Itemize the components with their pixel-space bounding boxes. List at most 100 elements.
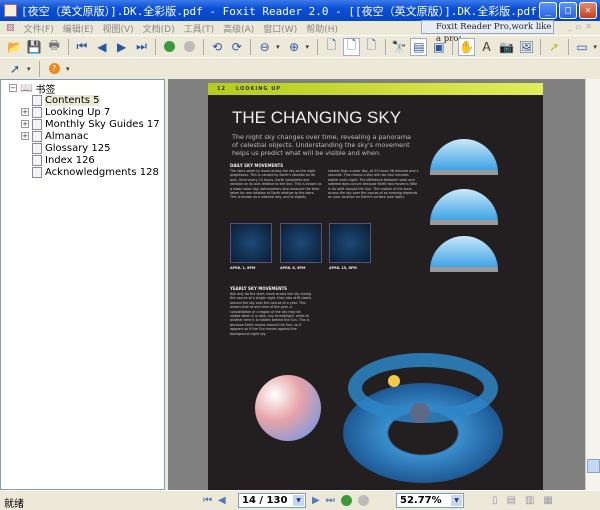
zoom-field[interactable]: 52.77% ▼ xyxy=(396,493,464,508)
bookmark-item[interactable]: Index 126 xyxy=(21,154,164,166)
thumbnail-icon[interactable]: ▣ xyxy=(430,38,447,56)
bookmark-item[interactable]: Glossary 125 xyxy=(21,142,164,154)
title-bar: [夜空（英文原版）].DK.全彩版.pdf - Foxit Reader 2.0… xyxy=(0,0,600,21)
bookmark-root[interactable]: − 📖 书签 xyxy=(9,82,164,96)
toolbar-main: 📂 💾 🖶 ⏮ ◀ ▶ ⏭ ⟲ ⟳ ⊖ ▾ ⊕ ▾ 🗋 🗋 🗋 🔭 ▤ ▣ ✋ Ａ … xyxy=(0,35,600,57)
zoom-in-icon[interactable]: ⊕ xyxy=(286,38,303,56)
back-icon[interactable] xyxy=(161,38,178,56)
page-icon xyxy=(32,154,42,166)
prev-page-icon[interactable]: ◀ xyxy=(218,495,226,506)
chevron-down-icon[interactable]: ▼ xyxy=(451,495,462,506)
chevron-down-icon[interactable]: ▾ xyxy=(276,43,283,51)
minimize-button[interactable]: _ xyxy=(539,2,557,19)
prev-page-icon[interactable]: ◀ xyxy=(93,38,110,56)
menu-tools[interactable]: 工具(T) xyxy=(184,22,215,35)
save-icon[interactable]: 💾 xyxy=(26,38,43,56)
back-icon[interactable] xyxy=(340,495,352,506)
mdi-controls[interactable]: _▫✕ xyxy=(568,22,596,31)
menu-file[interactable]: 文件(F) xyxy=(24,22,54,35)
forward-icon[interactable] xyxy=(357,495,369,506)
image-icon[interactable]: 🖼 xyxy=(518,38,535,56)
bookmark-label: Index 126 xyxy=(45,154,95,166)
bookmark-label: Glossary 125 xyxy=(45,142,111,154)
sky-image-1 xyxy=(230,223,272,263)
print-icon[interactable]: 🖶 xyxy=(46,38,63,56)
hand-tool-icon[interactable]: ✋ xyxy=(458,37,476,56)
menu-edit[interactable]: 编辑(E) xyxy=(63,22,94,35)
daily-text-col1: The stars seem to move across the sky as… xyxy=(230,169,322,200)
bookmark-label: Monthly Sky Guides 17 xyxy=(45,118,160,130)
app-icon xyxy=(4,4,17,17)
fit-page-icon[interactable]: 🗋 xyxy=(342,37,360,56)
daily-text-col2: shorter than a solar day, at 23 hours 56… xyxy=(328,169,419,200)
book-icon: 📖 xyxy=(20,82,33,94)
find-icon[interactable]: 🔭 xyxy=(391,38,408,56)
status-bar: 就绪 ⏮ ◀ 14 / 130 ▼ ▶ ⏭ 52.77% ▼ ▯ ▤ ▥ ▦ xyxy=(0,490,600,510)
page-number-field[interactable]: 14 / 130 ▼ xyxy=(238,493,306,508)
continuous-facing-icon[interactable]: ▦ xyxy=(543,495,552,506)
chevron-down-icon[interactable]: ▼ xyxy=(293,495,304,506)
daily-heading: DAILY SKY MOVEMENTS xyxy=(230,163,284,168)
bookmark-label: Contents 5 xyxy=(45,94,100,106)
dome-diagram xyxy=(430,139,498,175)
zoom-out-icon[interactable]: ⊖ xyxy=(256,38,273,56)
bookmark-item[interactable]: + Almanac xyxy=(21,130,164,142)
help-icon[interactable]: ? xyxy=(45,60,63,78)
caption: APRIL 8, 8PM xyxy=(280,266,306,270)
page-subtitle: The night sky changes over time, reveali… xyxy=(232,133,411,157)
page-icon xyxy=(32,94,42,106)
open-icon[interactable]: 📂 xyxy=(6,38,23,56)
page-icon xyxy=(32,106,42,118)
first-page-icon[interactable]: ⏮ xyxy=(74,38,91,56)
rotate-left-icon[interactable]: ⟲ xyxy=(209,38,226,56)
bookmark-item[interactable]: + Looking Up 7 xyxy=(21,106,164,118)
bookmark-item[interactable]: Acknowledgments 128 xyxy=(21,166,164,178)
select-arrow-icon[interactable]: ➚ xyxy=(546,38,563,56)
next-page-icon[interactable]: ▶ xyxy=(113,38,130,56)
forward-icon[interactable] xyxy=(181,38,198,56)
promo-banner[interactable]: Foxit Reader Pro,work like a pro! xyxy=(421,20,554,44)
bookmark-label: Looking Up 7 xyxy=(45,106,111,118)
single-page-icon[interactable]: ▯ xyxy=(492,495,498,506)
chevron-down-icon[interactable]: ▾ xyxy=(66,65,73,73)
collapse-icon[interactable]: − xyxy=(9,84,17,92)
fit-width-icon[interactable]: 🗋 xyxy=(363,38,380,56)
sun-diagram xyxy=(388,375,400,387)
chevron-down-icon[interactable]: ▾ xyxy=(27,65,34,73)
snapshot-icon[interactable]: 📷 xyxy=(498,38,515,56)
scroll-thumb[interactable] xyxy=(587,459,600,473)
bookmark-item[interactable]: + Monthly Sky Guides 17 xyxy=(21,118,164,130)
dome-diagram xyxy=(430,236,498,272)
document-view[interactable]: 12 LOOKING UP THE CHANGING SKY The night … xyxy=(168,79,585,490)
menu-window[interactable]: 窗口(W) xyxy=(263,22,297,35)
close-button[interactable]: ✕ xyxy=(579,2,597,19)
bookmarks-panel-icon[interactable]: ▤ xyxy=(410,37,428,56)
first-page-icon[interactable]: ⏮ xyxy=(203,495,212,506)
window-title: [夜空（英文原版）].DK.全彩版.pdf - Foxit Reader 2.0… xyxy=(21,4,544,18)
vertical-scrollbar[interactable] xyxy=(585,79,600,490)
rotate-right-icon[interactable]: ⟳ xyxy=(228,38,245,56)
annotation-icon[interactable]: ▭ xyxy=(574,38,591,56)
menu-document[interactable]: 文档(D) xyxy=(143,22,175,35)
expand-icon[interactable]: + xyxy=(21,132,29,140)
toolbar-secondary: ➚ ▾ ? ▾ xyxy=(0,57,600,79)
menu-view[interactable]: 视图(V) xyxy=(102,22,133,35)
facing-icon[interactable]: ▥ xyxy=(525,495,534,506)
last-page-icon[interactable]: ⏭ xyxy=(133,38,150,56)
chevron-down-icon[interactable]: ▾ xyxy=(593,43,600,51)
maximize-button[interactable]: □ xyxy=(559,2,577,19)
last-page-icon[interactable]: ⏭ xyxy=(326,495,335,506)
continuous-icon[interactable]: ▤ xyxy=(507,495,516,506)
expand-icon[interactable]: + xyxy=(21,108,29,116)
menu-advanced[interactable]: 高级(A) xyxy=(223,22,254,35)
arrow-tool-icon[interactable]: ➚ xyxy=(6,60,24,78)
sky-image-2 xyxy=(280,223,322,263)
expand-icon[interactable]: + xyxy=(21,120,29,128)
actual-size-icon[interactable]: 🗋 xyxy=(323,38,340,56)
bookmark-item[interactable]: Contents 5 xyxy=(21,94,164,106)
caption: APRIL 1, 8PM xyxy=(230,266,256,270)
chevron-down-icon[interactable]: ▾ xyxy=(305,43,312,51)
menu-help[interactable]: 帮助(H) xyxy=(306,22,338,35)
next-page-icon[interactable]: ▶ xyxy=(312,495,320,506)
text-select-icon[interactable]: Ａ xyxy=(478,38,495,56)
